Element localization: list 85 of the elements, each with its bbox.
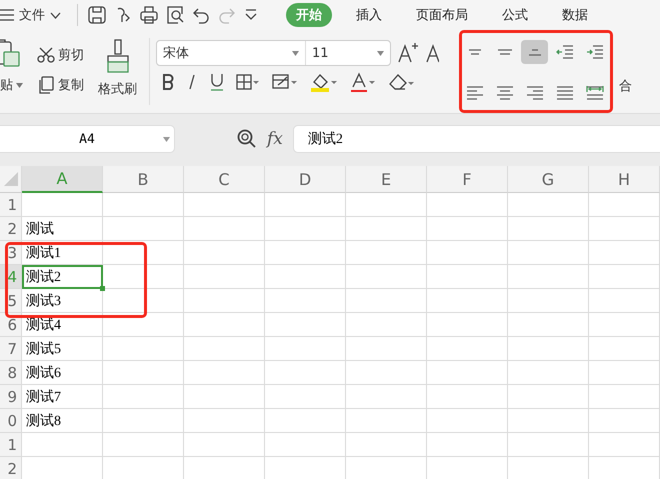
table-cell	[589, 313, 660, 337]
column-header[interactable]: C	[184, 166, 265, 193]
align-outdent-icon	[556, 44, 574, 60]
column-header[interactable]: A	[22, 166, 103, 193]
table-cell: 测试3	[22, 289, 103, 313]
undo-icon[interactable]	[192, 6, 210, 24]
ribbon-tab[interactable]: 数据	[552, 3, 598, 27]
table-cell	[589, 361, 660, 385]
file-menu[interactable]: 文件	[0, 6, 67, 24]
align-left-icon	[466, 86, 482, 100]
function-button[interactable]: fx	[267, 129, 283, 149]
table-cell	[589, 289, 660, 313]
table-cell	[589, 385, 660, 409]
row-header[interactable]: 9	[0, 385, 22, 409]
align-justify-icon	[556, 86, 572, 100]
align-top-icon	[468, 49, 480, 55]
align-bottom-button[interactable]	[521, 40, 548, 64]
ribbon-tab[interactable]: 插入	[346, 3, 392, 27]
align-bottom-icon	[528, 48, 540, 56]
row-header[interactable]: 1	[0, 433, 22, 457]
column-header[interactable]: D	[265, 166, 346, 193]
table-cell: 测试4	[22, 313, 103, 337]
ribbon-tab[interactable]: 开始	[286, 3, 332, 27]
print-icon[interactable]	[140, 6, 158, 24]
table-cell	[589, 265, 660, 289]
table-cell	[589, 433, 660, 457]
ribbon-tab[interactable]: 页面布局	[406, 3, 478, 27]
font-color-icon[interactable]	[350, 72, 376, 92]
cut-button[interactable]: 剪切	[35, 44, 86, 66]
column-header[interactable]: F	[427, 166, 508, 193]
copy-icon	[37, 76, 55, 94]
borders-icon[interactable]	[236, 74, 260, 90]
table-cell	[589, 409, 660, 433]
paste-button[interactable]: 贴	[0, 74, 25, 96]
table-cell: 测试8	[22, 409, 103, 433]
column-header[interactable]: G	[508, 166, 589, 193]
cell-style-icon[interactable]	[272, 74, 298, 90]
underline-icon[interactable]	[210, 73, 224, 91]
ribbon-tab[interactable]: 公式	[492, 3, 538, 27]
align-middle-icon	[498, 49, 512, 55]
row-header[interactable]: 1	[0, 193, 22, 217]
column-header[interactable]: B	[103, 166, 184, 193]
merge-label[interactable]: 合	[619, 77, 632, 95]
row-header[interactable]: 0	[0, 409, 22, 433]
column-header[interactable]: E	[346, 166, 427, 193]
align-distributed-icon	[586, 84, 604, 100]
preview-icon[interactable]	[166, 6, 184, 24]
shrink-font-icon[interactable]	[425, 42, 439, 64]
eraser-icon[interactable]	[388, 73, 414, 91]
format-painter-button[interactable]: 格式刷	[96, 38, 139, 113]
dropdown-icon[interactable]	[244, 9, 258, 21]
table-cell	[589, 193, 660, 217]
table-cell	[589, 217, 660, 241]
chevron-icon[interactable]	[50, 12, 61, 18]
corner-icon	[4, 172, 18, 186]
table-cell: 测试1	[22, 241, 103, 265]
scissors-icon	[37, 47, 55, 63]
table-cell: 测试7	[22, 385, 103, 409]
redo-icon	[218, 6, 236, 24]
row-header[interactable]: 2	[0, 217, 22, 241]
copy-button[interactable]: 复制	[35, 74, 86, 96]
row-header[interactable]: 2	[0, 457, 22, 479]
table-cell: 测试	[22, 217, 103, 241]
table-cell: 测试6	[22, 361, 103, 385]
align-indent-icon	[586, 44, 604, 60]
name-box[interactable]: A4	[0, 125, 175, 153]
caret-icon[interactable]	[16, 82, 23, 88]
table-cell: 测试5	[22, 337, 103, 361]
selected-cell: 测试2	[22, 265, 103, 289]
grow-font-icon[interactable]	[397, 42, 419, 64]
save-icon[interactable]	[88, 6, 106, 24]
row-header[interactable]: 6	[0, 313, 22, 337]
menu-icon[interactable]	[0, 9, 14, 21]
table-cell	[589, 337, 660, 361]
caret-icon[interactable]	[163, 137, 170, 142]
zoom-icon[interactable]	[237, 129, 257, 149]
align-right-icon	[526, 86, 542, 100]
align-center-icon	[496, 86, 512, 100]
fill-color-icon[interactable]	[310, 72, 338, 92]
table-cell	[589, 241, 660, 265]
column-header[interactable]: H	[589, 166, 660, 193]
row-header[interactable]: 7	[0, 337, 22, 361]
bold-icon[interactable]	[162, 74, 174, 90]
formula-field[interactable]: 测试2	[292, 125, 660, 153]
row-header[interactable]: 8	[0, 361, 22, 385]
